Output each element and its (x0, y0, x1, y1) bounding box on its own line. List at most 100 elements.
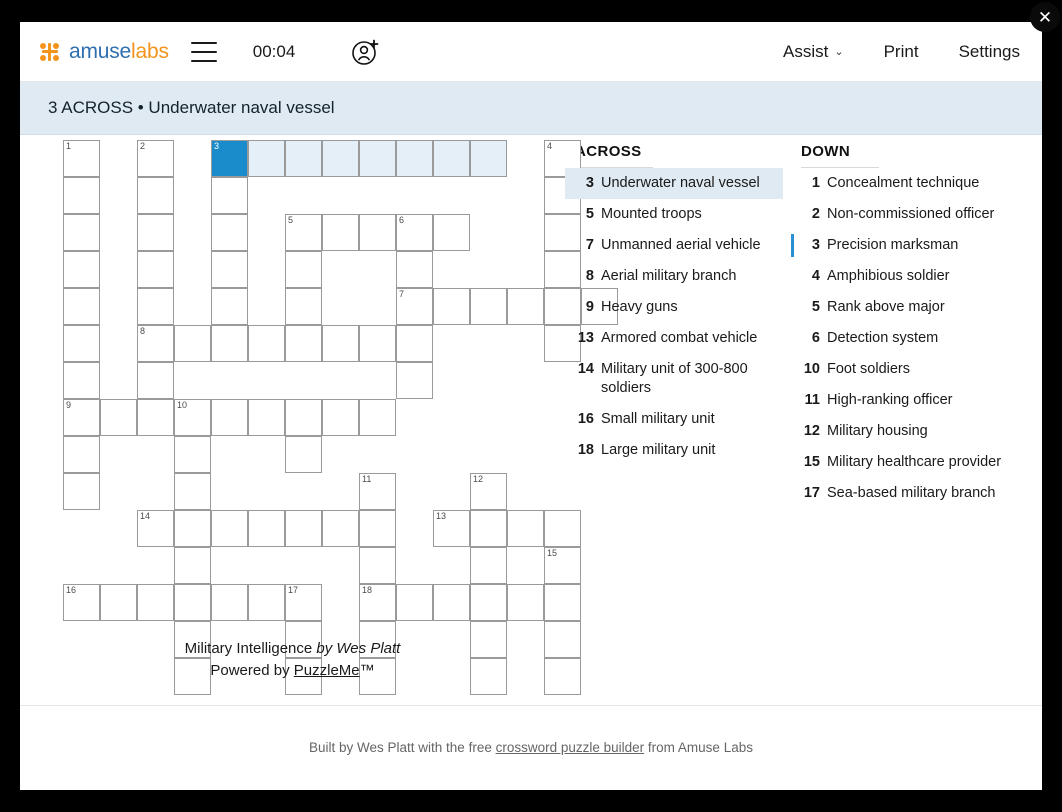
grid-cell[interactable] (433, 288, 470, 325)
clue-item-across-7[interactable]: 7 Unmanned aerial vehicle (565, 230, 783, 261)
clue-item-down-12[interactable]: 12 Military housing (791, 416, 1018, 447)
grid-cell[interactable] (396, 362, 433, 399)
grid-cell[interactable] (100, 584, 137, 621)
clue-item-down-10[interactable]: 10 Foot soldiers (791, 354, 1018, 385)
clue-item-down-15[interactable]: 15 Military healthcare provider (791, 447, 1018, 478)
grid-cell[interactable] (174, 325, 211, 362)
grid-cell[interactable]: 15 (544, 547, 581, 584)
puzzleme-link[interactable]: PuzzleMe (294, 662, 360, 679)
grid-cell[interactable]: 3 (211, 140, 248, 177)
grid-cell[interactable] (322, 510, 359, 547)
grid-cell[interactable] (359, 140, 396, 177)
assist-button[interactable]: Assist ⌄ (783, 42, 844, 62)
grid-cell[interactable]: 18 (359, 584, 396, 621)
grid-cell[interactable] (285, 510, 322, 547)
grid-cell[interactable] (396, 325, 433, 362)
grid-cell[interactable] (248, 584, 285, 621)
hamburger-menu-icon[interactable] (190, 41, 217, 62)
grid-cell[interactable] (63, 325, 100, 362)
grid-cell[interactable] (137, 251, 174, 288)
grid-cell[interactable] (63, 362, 100, 399)
amuselabs-logo[interactable]: amuselabs (40, 40, 169, 64)
grid-cell[interactable]: 2 (137, 140, 174, 177)
grid-cell[interactable] (507, 584, 544, 621)
grid-cell[interactable] (544, 510, 581, 547)
grid-cell[interactable] (63, 288, 100, 325)
current-clue-bar[interactable]: 3 ACROSS • Underwater naval vessel (20, 82, 1042, 135)
grid-cell[interactable] (285, 325, 322, 362)
grid-cell[interactable] (137, 399, 174, 436)
grid-cell[interactable] (137, 584, 174, 621)
grid-cell[interactable]: 8 (137, 325, 174, 362)
grid-cell[interactable] (211, 399, 248, 436)
grid-cell[interactable] (359, 214, 396, 251)
clue-item-across-5[interactable]: 5 Mounted troops (565, 199, 783, 230)
grid-cell[interactable] (211, 251, 248, 288)
crossword-builder-link[interactable]: crossword puzzle builder (496, 740, 645, 755)
clue-item-across-9[interactable]: 9 Heavy guns (565, 292, 783, 323)
grid-cell[interactable] (63, 473, 100, 510)
clue-item-down-5[interactable]: 5 Rank above major (791, 292, 1018, 323)
grid-cell[interactable] (174, 473, 211, 510)
grid-cell[interactable] (174, 510, 211, 547)
grid-cell[interactable] (396, 584, 433, 621)
grid-cell[interactable] (433, 214, 470, 251)
grid-cell[interactable] (63, 177, 100, 214)
grid-cell[interactable] (285, 288, 322, 325)
grid-cell[interactable] (359, 399, 396, 436)
grid-cell[interactable]: 17 (285, 584, 322, 621)
clue-item-across-14[interactable]: 14 Military unit of 300-800 soldiers (565, 354, 783, 404)
settings-button[interactable]: Settings (959, 42, 1020, 62)
grid-cell[interactable] (470, 510, 507, 547)
grid-cell[interactable] (137, 362, 174, 399)
grid-cell[interactable] (137, 288, 174, 325)
clue-item-across-8[interactable]: 8 Aerial military branch (565, 261, 783, 292)
close-icon[interactable]: ✕ (1030, 2, 1060, 32)
grid-cell[interactable] (470, 140, 507, 177)
grid-cell[interactable] (174, 436, 211, 473)
grid-cell[interactable]: 1 (63, 140, 100, 177)
clue-item-down-17[interactable]: 17 Sea-based military branch (791, 478, 1018, 509)
clue-item-down-11[interactable]: 11 High-ranking officer (791, 385, 1018, 416)
grid-cell[interactable] (433, 584, 470, 621)
grid-cell[interactable] (100, 399, 137, 436)
add-user-icon[interactable] (351, 37, 381, 67)
clue-item-down-6[interactable]: 6 Detection system (791, 323, 1018, 354)
grid-cell[interactable] (359, 547, 396, 584)
grid-cell[interactable]: 11 (359, 473, 396, 510)
clue-item-across-16[interactable]: 16 Small military unit (565, 404, 783, 435)
grid-cell[interactable] (211, 288, 248, 325)
grid-cell[interactable] (285, 399, 322, 436)
grid-cell[interactable] (211, 325, 248, 362)
grid-cell[interactable] (544, 584, 581, 621)
grid-cell[interactable] (322, 399, 359, 436)
grid-cell[interactable] (322, 325, 359, 362)
grid-cell[interactable]: 12 (470, 473, 507, 510)
print-button[interactable]: Print (884, 42, 919, 62)
grid-cell[interactable]: 5 (285, 214, 322, 251)
grid-cell[interactable] (211, 584, 248, 621)
grid-cell[interactable]: 6 (396, 214, 433, 251)
grid-cell[interactable] (137, 177, 174, 214)
grid-cell[interactable] (248, 399, 285, 436)
grid-cell[interactable] (359, 325, 396, 362)
clue-item-down-1[interactable]: 1 Concealment technique (791, 168, 1018, 199)
grid-cell[interactable] (285, 436, 322, 473)
grid-cell[interactable]: 7 (396, 288, 433, 325)
grid-cell[interactable] (211, 177, 248, 214)
grid-cell[interactable] (211, 214, 248, 251)
timer-display[interactable]: 00:04 (253, 42, 296, 62)
grid-cell[interactable]: 13 (433, 510, 470, 547)
grid-cell[interactable] (211, 510, 248, 547)
clue-item-across-13[interactable]: 13 Armored combat vehicle (565, 323, 783, 354)
grid-cell[interactable] (63, 214, 100, 251)
grid-cell[interactable] (470, 288, 507, 325)
grid-cell[interactable] (396, 251, 433, 288)
grid-cell[interactable] (174, 547, 211, 584)
grid-cell[interactable]: 9 (63, 399, 100, 436)
clue-item-across-3[interactable]: 3 Underwater naval vessel (565, 168, 783, 199)
grid-cell[interactable] (63, 436, 100, 473)
grid-cell[interactable] (470, 584, 507, 621)
grid-cell[interactable] (396, 140, 433, 177)
grid-cell[interactable] (174, 584, 211, 621)
